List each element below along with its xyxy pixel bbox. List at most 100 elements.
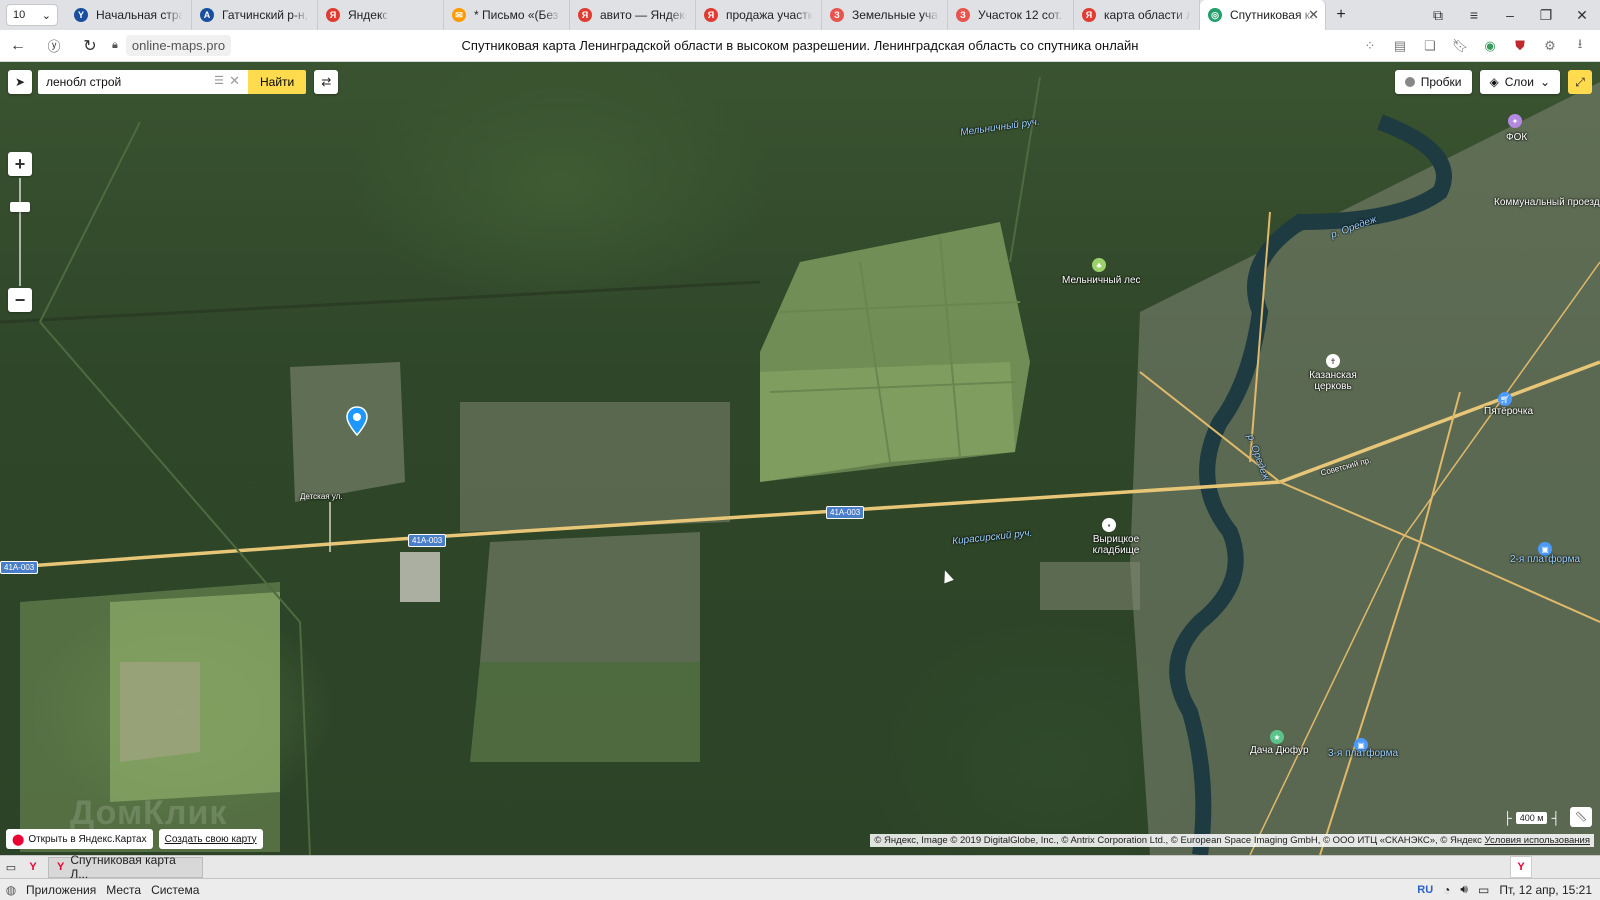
address-bar: ← ⓨ ↻ 🔒︎ online-maps.pro Спутниковая кар… [0, 30, 1600, 62]
map-label: Мельничный лес [1062, 275, 1141, 286]
geolocation-button[interactable]: ➤ [8, 70, 32, 94]
clear-search-icon[interactable]: ✕ [229, 73, 240, 89]
back-button[interactable]: ← [0, 30, 36, 62]
tab-label: Начальная страница [96, 8, 183, 22]
fullscreen-button[interactable]: ⤢ [1568, 70, 1592, 94]
applications-menu[interactable]: Приложения [26, 883, 96, 897]
favicon-icon: Я [1082, 8, 1096, 22]
open-in-yandex-button[interactable]: ⬤ Открыть в Яндекс.Картах [6, 829, 153, 849]
yandex-browser-launcher-icon[interactable]: Y [22, 856, 44, 878]
satellite-map[interactable]: ДомКлик Мельничный руч. ♣ Мельничный лес… [0, 62, 1600, 855]
browser-tab[interactable]: Якарта области лени [1074, 0, 1200, 30]
scale-bar: ├ 400 м ┤ [1503, 811, 1560, 825]
favicon-icon: A [200, 8, 214, 22]
menu-icon[interactable]: ≡ [1456, 0, 1492, 30]
find-button[interactable]: Найти [248, 70, 307, 94]
minimize-button[interactable]: – [1492, 0, 1528, 30]
download-icon[interactable]: ⭳ [1566, 32, 1594, 60]
zoom-track[interactable] [19, 178, 21, 286]
yandex-tray-icon[interactable]: Y [1510, 856, 1532, 878]
bookmarks-tab-icon[interactable]: ⧉ [1420, 0, 1456, 30]
favicon-icon: Я [578, 8, 592, 22]
traffic-button[interactable]: Пробки [1394, 70, 1472, 94]
tab-counter-button[interactable]: 10 ⌄ [6, 4, 58, 26]
tab-label: Яндекс [348, 8, 389, 22]
taskbar-window-button[interactable]: Y Спутниковая карта Л... [48, 853, 203, 881]
create-map-link[interactable]: Создать свою карту [158, 829, 263, 849]
url-domain: online-maps.pro [125, 35, 232, 56]
terms-link[interactable]: Условия использования [1485, 835, 1590, 846]
zoom-slider-thumb[interactable] [10, 202, 30, 212]
map-copyright: © Яндекс, Image © 2019 DigitalGlobe, Inc… [870, 834, 1594, 847]
church-icon[interactable]: ✝ [1326, 354, 1340, 368]
new-tab-button[interactable]: + [1326, 0, 1356, 30]
zoom-control: + − [8, 152, 32, 312]
map-layer-controls: Пробки ◈ Слои ⌄ ⤢ [1394, 70, 1592, 94]
browser-tab[interactable]: A Гатчинский р-н, Ул [192, 0, 318, 30]
yandex-browser-icon: Y [57, 861, 65, 873]
location-pin-icon[interactable] [346, 406, 368, 436]
network-icon[interactable]: ◔ [1443, 883, 1450, 897]
display-icon[interactable]: ▭ [1478, 883, 1489, 897]
keyboard-layout-indicator[interactable]: RU [1417, 884, 1433, 896]
sport-icon[interactable]: ✦ [1508, 114, 1522, 128]
url-field[interactable]: 🔒︎ online-maps.pro [112, 34, 232, 58]
tab-label: Гатчинский р-н, Ул [222, 8, 309, 22]
system-menu[interactable]: Система [151, 883, 199, 897]
browser-tab[interactable]: Я Яндекс [318, 0, 444, 30]
bookmark-icon[interactable]: 🔖︎ [1446, 32, 1474, 60]
favicon-icon: З [956, 8, 970, 22]
restore-button[interactable]: ❐ [1528, 0, 1564, 30]
tab-count: 10 [13, 9, 26, 21]
search-options-icon[interactable]: ☰ [214, 74, 224, 87]
favicon-icon: Я [326, 8, 340, 22]
browser-tab[interactable]: ◎ Спутниковая карта✕ [1200, 0, 1326, 30]
ruler-button[interactable]: 📏︎ [1570, 807, 1592, 827]
route-button[interactable]: ⇄ [314, 70, 339, 94]
system-logo-icon: ◍ [5, 882, 17, 897]
reload-button[interactable]: ↻ [72, 30, 108, 62]
places-menu[interactable]: Места [106, 883, 141, 897]
chevron-down-icon: ⌄ [41, 9, 51, 22]
apps-icon[interactable]: ⁘ [1356, 32, 1384, 60]
yandex-home-icon[interactable]: ⓨ [36, 30, 72, 62]
map-label: Вырицкое кладбище [1092, 534, 1140, 556]
browser-tab-bar: 10 ⌄ Y Начальная страница A Гатчинский р-н,… [0, 0, 1600, 30]
favicon-icon: Я [704, 8, 718, 22]
map-label: Коммунальный проезд [1494, 197, 1600, 208]
favicon-icon: ✉ [452, 8, 466, 22]
sync-icon[interactable]: ⚙ [1536, 32, 1564, 60]
browser-tab[interactable]: Яавито — Яндекс: на [570, 0, 696, 30]
browser-tab[interactable]: З Участок 12 сот. (СН [948, 0, 1074, 30]
extensions-icon[interactable]: ❏ [1416, 32, 1444, 60]
map-search-panel: ➤ ☰ ✕ Найти ⇄ [8, 70, 339, 94]
map-label: 3-я платформа [1328, 748, 1399, 759]
reader-mode-icon[interactable]: ▤ [1386, 32, 1414, 60]
clock[interactable]: Пт, 12 апр, 15:21 [1499, 883, 1592, 897]
volume-icon[interactable]: 🔊︎ [1460, 882, 1468, 897]
scale-line: ┤ [1551, 811, 1560, 825]
browser-tab[interactable]: З Земельные участки [822, 0, 948, 30]
map-label: Казанская церковь [1309, 370, 1357, 392]
browser-tab[interactable]: Япродажа участков [696, 0, 822, 30]
map-label: Пятёрочка [1484, 406, 1534, 417]
cemetery-icon[interactable]: ▪ [1102, 518, 1116, 532]
tab-label: Участок 12 сот. (СН [978, 8, 1065, 22]
browser-tab[interactable]: ✉ * Письмо «(Без темы) [444, 0, 570, 30]
zoom-out-button[interactable]: − [8, 288, 32, 312]
layers-button[interactable]: ◈ Слои ⌄ [1479, 70, 1560, 94]
browser-tab[interactable]: Y Начальная страница [66, 0, 192, 30]
close-window-button[interactable]: ✕ [1564, 0, 1600, 30]
system-menu-bar: ◍ Приложения Места Система RU ◔ 🔊︎ ▭ Пт,… [0, 878, 1600, 900]
adblock-icon[interactable]: ⛊ [1506, 32, 1534, 60]
road-shield: 41А-003 [826, 506, 865, 519]
protect-icon[interactable]: ◉ [1476, 32, 1504, 60]
zoom-in-button[interactable]: + [8, 152, 32, 176]
show-desktop-icon[interactable]: ▭ [0, 856, 22, 878]
close-tab-icon[interactable]: ✕ [1308, 7, 1319, 23]
open-in-yandex-label: Открыть в Яндекс.Картах [28, 833, 147, 845]
attraction-icon[interactable]: ★ [1270, 730, 1284, 744]
shop-icon[interactable]: 🛒︎ [1498, 392, 1512, 406]
park-icon[interactable]: ♣ [1092, 258, 1106, 272]
lock-icon: 🔒︎ [112, 39, 118, 51]
